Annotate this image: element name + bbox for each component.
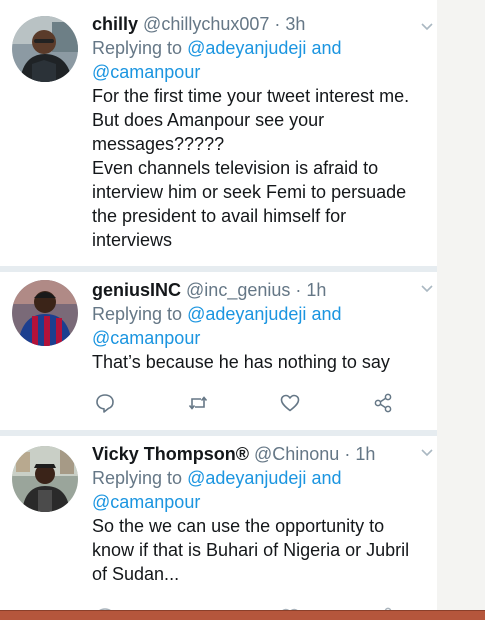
user-handle[interactable]: @inc_genius	[186, 280, 290, 300]
tweet-item[interactable]: geniusINC @inc_genius · 1h Replying to @…	[0, 272, 437, 430]
tweet-header: Vicky Thompson® @Chinonu · 1h	[92, 442, 431, 466]
tweet-text-line: messages?????	[92, 134, 225, 154]
user-name[interactable]: geniusINC	[92, 280, 181, 300]
tweet-text-line: interviews	[92, 230, 173, 250]
reply-and[interactable]: and	[311, 304, 341, 324]
tweet-text-line: the president to avail himself for	[92, 206, 347, 226]
chevron-down-icon[interactable]	[420, 448, 434, 458]
replying-prefix: Replying to	[92, 304, 183, 324]
tweet-content: geniusINC @inc_genius · 1h Replying to @…	[92, 278, 431, 374]
avatar[interactable]	[12, 16, 78, 82]
mention-link[interactable]: @camanpour	[92, 492, 200, 512]
timestamp[interactable]: 1h	[355, 444, 375, 464]
tweet-text-line: know if that is Buhari of Nigeria or Jub…	[92, 540, 410, 560]
tweet-text-line: But does Amanpour see your	[92, 110, 325, 130]
tweet-item[interactable]: chilly @chillychux007 · 3h Replying to @…	[0, 0, 437, 266]
side-background	[437, 0, 485, 610]
reply-icon[interactable]	[94, 392, 116, 414]
user-name[interactable]: chilly	[92, 14, 138, 34]
replying-to-continued: @camanpour	[92, 490, 431, 514]
bottom-bar	[0, 610, 485, 620]
avatar[interactable]	[12, 280, 78, 346]
tweet-text-line: That’s because he has nothing to say	[92, 352, 390, 372]
tweet-text: So the we can use the opportunity to kno…	[92, 514, 431, 586]
replying-to-continued: @camanpour	[92, 326, 431, 350]
tweet-text-line: Even channels television is afraid to	[92, 158, 379, 178]
avatar[interactable]	[12, 446, 78, 512]
tweet-content: Vicky Thompson® @Chinonu · 1h Replying t…	[92, 442, 431, 586]
tweet-text: For the first time your tweet interest m…	[92, 84, 431, 252]
timestamp[interactable]: 3h	[285, 14, 305, 34]
tweet-text-line: For the first time your tweet interest m…	[92, 86, 410, 106]
replying-to-continued: @camanpour	[92, 60, 431, 84]
tweet-text-line: So the we can use the opportunity to	[92, 516, 385, 536]
tweet-header: geniusINC @inc_genius · 1h	[92, 278, 431, 302]
replying-to: Replying to @adeyanjudeji and	[92, 302, 431, 326]
separator: ·	[344, 444, 351, 464]
tweet-content: chilly @chillychux007 · 3h Replying to @…	[92, 12, 431, 252]
separator: ·	[295, 280, 302, 300]
mention-link[interactable]: @adeyanjudeji	[187, 468, 306, 488]
retweet-icon[interactable]	[187, 392, 209, 414]
replying-prefix: Replying to	[92, 38, 183, 58]
replying-prefix: Replying to	[92, 468, 183, 488]
replying-to: Replying to @adeyanjudeji and	[92, 466, 431, 490]
reply-and[interactable]: and	[311, 38, 341, 58]
tweet-item[interactable]: Vicky Thompson® @Chinonu · 1h Replying t…	[0, 436, 437, 610]
chevron-down-icon[interactable]	[420, 22, 434, 32]
tweet-text-line: of Sudan...	[92, 564, 180, 584]
mention-link[interactable]: @adeyanjudeji	[187, 304, 306, 324]
tweet-feed: chilly @chillychux007 · 3h Replying to @…	[0, 0, 437, 610]
user-handle[interactable]: @Chinonu	[254, 444, 339, 464]
user-handle[interactable]: @chillychux007	[143, 14, 269, 34]
timestamp[interactable]: 1h	[306, 280, 326, 300]
tweet-text-line: interview him or seek Femi to persuade	[92, 182, 407, 202]
separator: ·	[274, 14, 281, 34]
replying-to: Replying to @adeyanjudeji and	[92, 36, 431, 60]
mention-link[interactable]: @adeyanjudeji	[187, 38, 306, 58]
chevron-down-icon[interactable]	[420, 284, 434, 294]
mention-link[interactable]: @camanpour	[92, 328, 200, 348]
mention-link[interactable]: @camanpour	[92, 62, 200, 82]
reply-and[interactable]: and	[311, 468, 341, 488]
tweet-actions	[92, 392, 402, 414]
heart-icon[interactable]	[279, 392, 301, 414]
share-icon[interactable]	[372, 392, 394, 414]
user-name[interactable]: Vicky Thompson®	[92, 444, 249, 464]
tweet-text: That’s because he has nothing to say	[92, 350, 431, 374]
tweet-header: chilly @chillychux007 · 3h	[92, 12, 431, 36]
